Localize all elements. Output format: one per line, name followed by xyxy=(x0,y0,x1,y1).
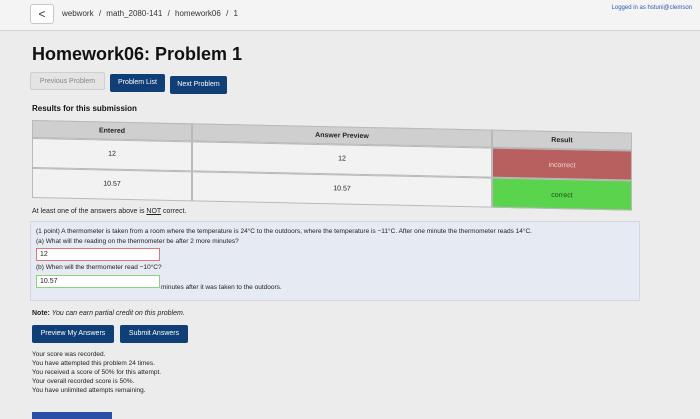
breadcrumb-course[interactable]: math_2080-141 xyxy=(106,9,162,18)
partial-credit-note: Note: You can earn partial credit on thi… xyxy=(32,310,185,317)
breadcrumb-separator: / xyxy=(226,9,229,18)
warning-suffix: correct. xyxy=(161,208,187,215)
answer-a-input[interactable]: 12 xyxy=(36,248,160,261)
problem-list-button[interactable]: Problem List xyxy=(110,74,165,92)
back-button[interactable]: < xyxy=(30,4,54,24)
breadcrumb-separator: / xyxy=(98,9,102,18)
status-line: You received a score of 50% for this att… xyxy=(32,369,162,376)
results-table: Entered Answer Preview Result 12 12 inco… xyxy=(32,120,632,215)
status-line: Your score was recorded. xyxy=(32,351,106,358)
status-line: You have unlimited attempts remaining. xyxy=(32,387,146,394)
warning-not: NOT xyxy=(146,208,162,215)
logged-in-status[interactable]: Logged in as hstuni@clemson xyxy=(612,5,692,11)
row1-result-incorrect: incorrect xyxy=(492,147,632,181)
row2-result-correct: correct xyxy=(492,177,632,211)
results-heading: Results for this submission xyxy=(32,104,137,113)
breadcrumb-webwork[interactable]: webwork xyxy=(62,9,94,18)
row2-preview: 10.57 xyxy=(192,171,492,208)
bottom-bar xyxy=(32,412,112,419)
note-text: You can earn partial credit on this prob… xyxy=(49,310,185,317)
row2-entered: 10.57 xyxy=(32,168,192,202)
breadcrumb-separator: / xyxy=(167,9,170,18)
breadcrumb-problem: 1 xyxy=(233,9,238,18)
score-status: Your score was recorded. You have attemp… xyxy=(32,350,161,395)
status-line: You have attempted this problem 24 times… xyxy=(32,360,155,367)
problem-part-a: (a) What will the reading on the thermom… xyxy=(36,238,239,245)
answer-b-input[interactable]: 10.57 xyxy=(36,275,160,288)
breadcrumb: webwork / math_2080-141 / homework06 / 1 xyxy=(62,9,241,18)
next-problem-button[interactable]: Next Problem xyxy=(170,76,227,94)
top-bar: < webwork / math_2080-141 / homework06 /… xyxy=(0,0,700,31)
previous-problem-button[interactable]: Previous Problem xyxy=(30,72,105,90)
note-label: Note: xyxy=(32,310,50,317)
status-line: Your overall recorded score is 50%. xyxy=(32,378,135,385)
problem-part-b: (b) When will the thermometer read −10°C… xyxy=(36,264,162,271)
warning-prefix: At least one of the answers above is xyxy=(32,208,147,215)
problem-part-b-suffix: minutes after it was taken to the outdoo… xyxy=(161,284,282,291)
problem-box: (1 point) A thermometer is taken from a … xyxy=(30,221,640,301)
warning-message: At least one of the answers above is NOT… xyxy=(32,208,186,215)
submit-answers-button[interactable]: Submit Answers xyxy=(120,325,188,343)
page-title: Homework06: Problem 1 xyxy=(32,44,243,64)
breadcrumb-set[interactable]: homework06 xyxy=(175,9,221,18)
row1-entered: 12 xyxy=(32,138,192,172)
preview-answers-button[interactable]: Preview My Answers xyxy=(32,325,114,343)
problem-intro: (1 point) A thermometer is taken from a … xyxy=(36,228,532,235)
